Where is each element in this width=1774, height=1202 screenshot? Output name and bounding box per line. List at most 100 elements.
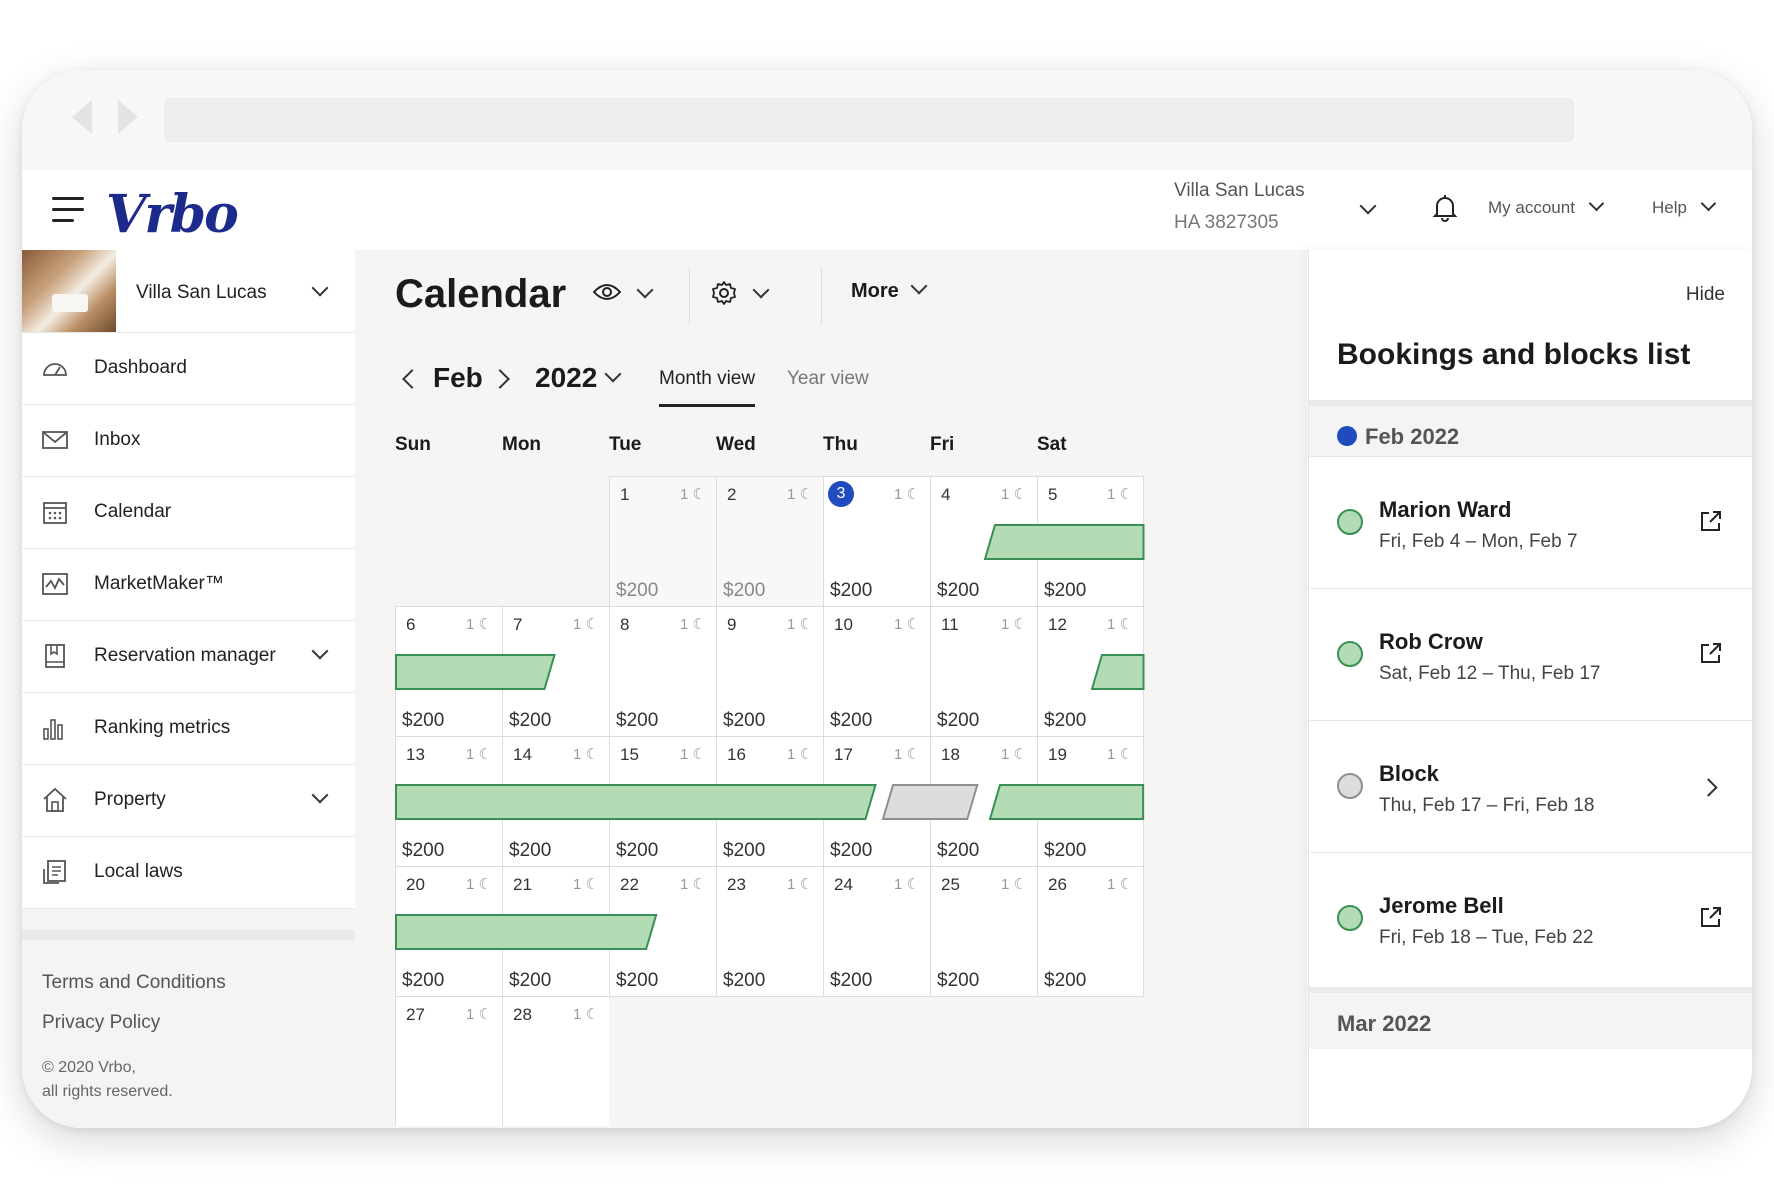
nightly-price: $200 — [830, 710, 873, 731]
nightly-price: $200 — [509, 970, 552, 991]
panel-title: Bookings and blocks list — [1337, 338, 1691, 371]
calendar-day-cell[interactable]: 9 1 ☾ $200 — [716, 606, 823, 736]
moon-icon: ☾ — [1115, 746, 1133, 763]
sidebar-property-selector[interactable]: Villa San Lucas — [22, 250, 355, 333]
min-nights-indicator: 1 ☾ — [680, 485, 706, 503]
nightly-price: $200 — [723, 840, 766, 861]
sidebar-item-property[interactable]: Property — [22, 765, 355, 837]
my-account-menu[interactable]: My account — [1488, 195, 1605, 218]
nightly-price: $200 — [1044, 840, 1087, 861]
privacy-link[interactable]: Privacy Policy — [42, 1012, 335, 1034]
chevron-right-icon[interactable] — [490, 369, 510, 389]
chevron-left-icon[interactable] — [402, 369, 422, 389]
sidebar-item-calendar[interactable]: Calendar — [22, 477, 355, 549]
nightly-price: $200 — [616, 710, 659, 731]
vrbo-logo[interactable]: Vrbo — [106, 184, 239, 245]
external-link-icon[interactable] — [1699, 905, 1723, 929]
external-link-icon[interactable] — [1699, 641, 1723, 665]
booking-list-item[interactable]: Marion Ward Fri, Feb 4 – Mon, Feb 7 — [1309, 456, 1752, 589]
more-menu-button[interactable]: More — [851, 277, 928, 303]
chevron-down-icon[interactable] — [752, 281, 770, 299]
nightly-price: $200 — [509, 710, 552, 731]
sidebar-item-reservation-manager[interactable]: Reservation manager — [22, 621, 355, 693]
calendar-day-cell[interactable]: 8 1 ☾ $200 — [609, 606, 716, 736]
month-group-header: Feb 2022 — [1309, 400, 1752, 462]
calendar-day-cell[interactable]: 28 1 ☾ — [502, 996, 609, 1126]
calendar-day-cell[interactable]: 25 1 ☾ $200 — [930, 866, 1037, 996]
calendar-day-cell[interactable]: 27 1 ☾ — [395, 996, 502, 1126]
help-menu[interactable]: Help — [1652, 195, 1717, 218]
sidebar-item-marketmaker[interactable]: MarketMaker™ — [22, 549, 355, 621]
moon-icon: ☾ — [474, 746, 492, 763]
house-icon — [43, 787, 67, 812]
calendar-day-cell[interactable]: 10 1 ☾ $200 — [823, 606, 930, 736]
calendar-booking-bar[interactable] — [395, 784, 877, 820]
nightly-price: $200 — [723, 580, 766, 601]
sidebar-item-label: Local laws — [94, 861, 183, 882]
booking-dates: Fri, Feb 4 – Mon, Feb 7 — [1379, 531, 1578, 552]
status-dot — [1337, 773, 1363, 799]
sidebar-item-dashboard[interactable]: Dashboard — [22, 333, 355, 405]
year-selector[interactable]: 2022 — [535, 362, 597, 394]
envelope-icon — [42, 431, 68, 449]
eye-icon[interactable] — [593, 282, 621, 302]
nightly-price: $200 — [830, 840, 873, 861]
calendar-day-cell[interactable]: 26 1 ☾ $200 — [1037, 866, 1144, 996]
sidebar-item-inbox[interactable]: Inbox — [22, 405, 355, 477]
tab-year-view[interactable]: Year view — [787, 368, 869, 390]
day-number: 23 — [727, 875, 746, 894]
external-link-icon[interactable] — [1699, 509, 1723, 533]
calendar-day-cell[interactable]: 3 1 ☾ $200 — [823, 476, 930, 606]
moon-icon: ☾ — [1009, 876, 1027, 893]
status-dot — [1337, 509, 1363, 535]
min-nights-indicator: 1 ☾ — [573, 745, 599, 763]
day-number: 13 — [406, 745, 425, 764]
tab-month-view[interactable]: Month view — [659, 368, 756, 407]
calendar-day-cell[interactable]: 1 1 ☾ $200 — [609, 476, 716, 606]
chevron-right-icon[interactable] — [1699, 778, 1718, 797]
back-icon[interactable] — [72, 100, 92, 134]
calendar-block-bar[interactable] — [881, 784, 979, 820]
nightly-price: $200 — [830, 970, 873, 991]
calendar-booking-bar[interactable] — [983, 524, 1144, 560]
top-navigation: Vrbo Villa San Lucas HA 3827305 My accou… — [22, 170, 1752, 251]
nightly-price: $200 — [723, 710, 766, 731]
forward-icon[interactable] — [118, 100, 138, 134]
booking-dates: Sat, Feb 12 – Thu, Feb 17 — [1379, 663, 1601, 684]
calendar-day-cell[interactable]: 24 1 ☾ $200 — [823, 866, 930, 996]
hamburger-menu-icon[interactable] — [52, 197, 84, 223]
sidebar-item-local-laws[interactable]: Local laws — [22, 837, 355, 909]
chevron-down-icon[interactable] — [636, 281, 654, 299]
calendar-day-cell[interactable]: 11 1 ☾ $200 — [930, 606, 1037, 736]
calendar-booking-bar[interactable] — [988, 784, 1144, 820]
min-nights-indicator: 1 ☾ — [573, 615, 599, 633]
chevron-down-icon[interactable] — [311, 642, 329, 660]
sidebar-item-ranking-metrics[interactable]: Ranking metrics — [22, 693, 355, 765]
hide-panel-button[interactable]: Hide — [1686, 284, 1725, 306]
chevron-down-icon[interactable] — [311, 786, 329, 804]
calendar-booking-bar[interactable] — [1090, 654, 1144, 690]
sidebar-item-label: Dashboard — [94, 357, 187, 378]
chevron-down-icon — [1588, 195, 1605, 212]
calendar-booking-bar[interactable] — [395, 914, 658, 950]
calendar-booking-bar[interactable] — [395, 654, 556, 690]
copyright-line: © 2020 Vrbo, — [42, 1059, 136, 1076]
booking-list-item[interactable]: Rob Crow Sat, Feb 12 – Thu, Feb 17 — [1309, 588, 1752, 721]
booking-list-item[interactable]: Jerome Bell Fri, Feb 18 – Tue, Feb 22 — [1309, 852, 1752, 985]
moon-icon: ☾ — [581, 1006, 599, 1023]
min-nights-indicator: 1 ☾ — [466, 615, 492, 633]
property-switcher[interactable]: Villa San Lucas HA 3827305 — [1174, 180, 1384, 234]
weekday-label: Mon — [502, 434, 542, 455]
calendar-main: Calendar More Feb 2022 Month view Year v… — [355, 250, 1307, 1128]
bell-icon[interactable] — [1432, 194, 1458, 222]
min-nights-indicator: 1 ☾ — [1107, 615, 1133, 633]
calendar-day-cell[interactable]: 2 1 ☾ $200 — [716, 476, 823, 606]
gear-icon[interactable] — [711, 280, 737, 306]
booking-list-item[interactable]: Block Thu, Feb 17 – Fri, Feb 18 — [1309, 720, 1752, 853]
day-number: 4 — [941, 485, 951, 504]
moon-icon: ☾ — [795, 486, 813, 503]
calendar-day-cell[interactable]: 23 1 ☾ $200 — [716, 866, 823, 996]
chevron-down-icon[interactable] — [604, 365, 622, 383]
terms-link[interactable]: Terms and Conditions — [42, 972, 335, 994]
address-bar[interactable] — [164, 98, 1574, 142]
